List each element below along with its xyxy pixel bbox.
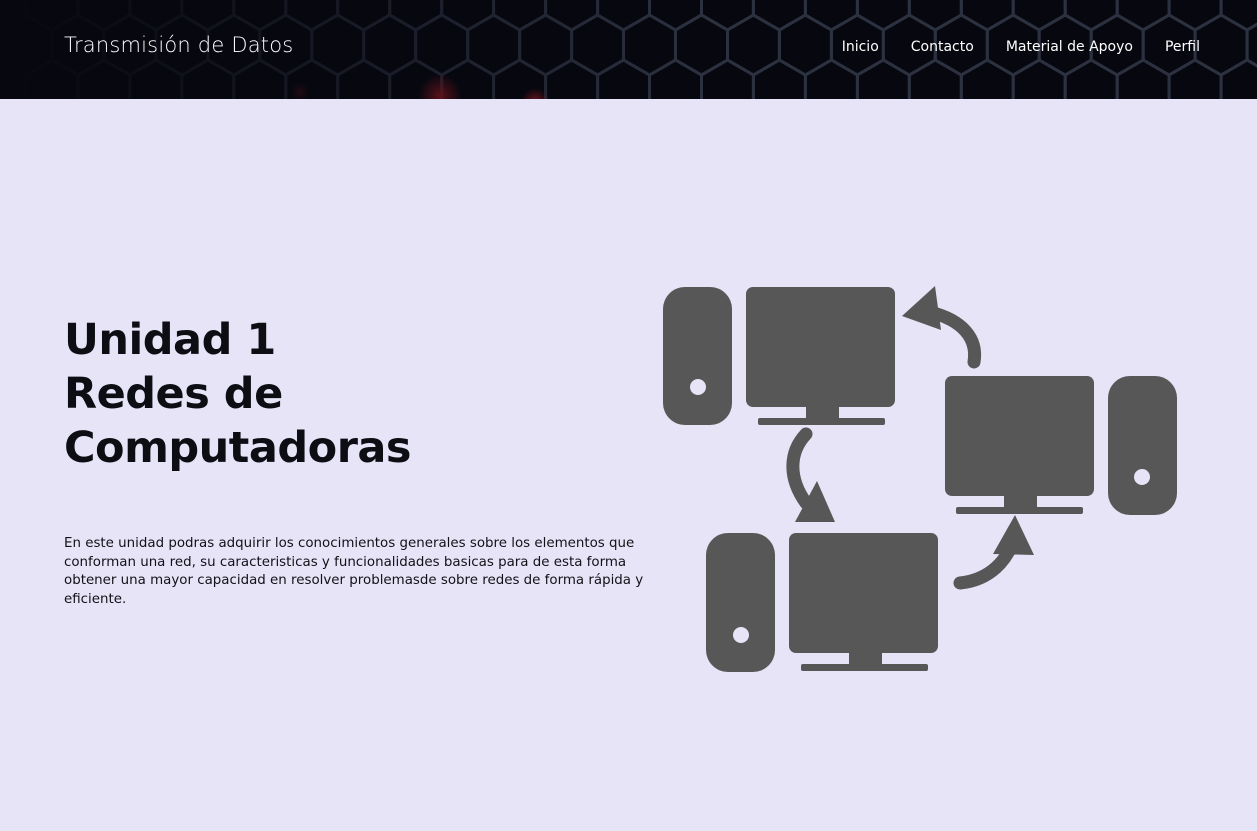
title-line-2: Redes de	[64, 369, 283, 419]
computer-network-icon	[663, 286, 1177, 672]
monitor-1	[746, 287, 895, 407]
page-title: Unidad 1 Redes de Computadoras	[64, 313, 412, 475]
tower-2	[1108, 376, 1177, 515]
tower-1	[663, 287, 732, 425]
tower-3	[706, 533, 775, 672]
brand-logo-link[interactable]: Transmisión de Datos	[64, 33, 293, 57]
main-navigation: Inicio Contacto Material de Apoyo Perfil	[842, 39, 1200, 55]
nav-link-material-de-apoyo[interactable]: Material de Apoyo	[1006, 39, 1133, 55]
hero-section: Unidad 1 Redes de Computadoras En este u…	[0, 99, 1257, 831]
site-header: Transmisión de Datos Inicio Contacto Mat…	[0, 0, 1257, 99]
unit-description: En este unidad podras adquirir los conoc…	[64, 536, 644, 607]
monitor-3	[789, 533, 938, 653]
nav-link-perfil[interactable]: Perfil	[1165, 39, 1200, 55]
title-line-3: Computadoras	[64, 423, 412, 473]
title-line-1: Unidad 1	[64, 315, 276, 365]
monitor-2	[945, 376, 1094, 496]
nav-link-inicio[interactable]: Inicio	[842, 39, 879, 55]
nav-link-contacto[interactable]: Contacto	[911, 39, 974, 55]
